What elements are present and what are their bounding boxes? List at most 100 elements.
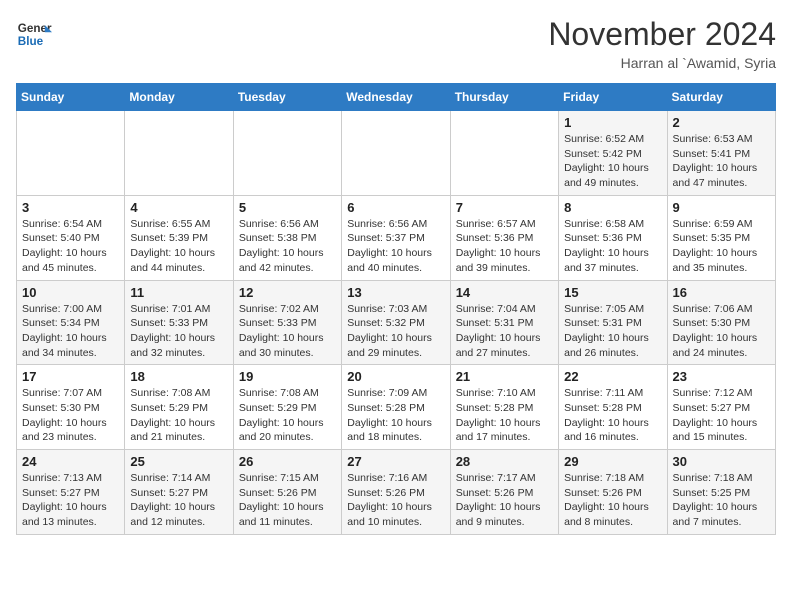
day-cell: 21 Sunrise: 7:10 AM Sunset: 5:28 PM Dayli… [450,365,558,450]
day-number: 1 [564,115,661,130]
day-info: Sunrise: 7:09 AM Sunset: 5:28 PM Dayligh… [347,386,444,445]
day-info: Sunrise: 7:16 AM Sunset: 5:26 PM Dayligh… [347,471,444,530]
day-info: Sunrise: 6:58 AM Sunset: 5:36 PM Dayligh… [564,217,661,276]
day-number: 10 [22,285,119,300]
day-cell: 11 Sunrise: 7:01 AM Sunset: 5:33 PM Dayli… [125,280,233,365]
day-number: 27 [347,454,444,469]
calendar-table: SundayMondayTuesdayWednesdayThursdayFrid… [16,83,776,535]
day-cell: 27 Sunrise: 7:16 AM Sunset: 5:26 PM Dayli… [342,450,450,535]
day-cell: 24 Sunrise: 7:13 AM Sunset: 5:27 PM Dayli… [17,450,125,535]
day-number: 5 [239,200,336,215]
day-number: 16 [673,285,770,300]
location: Harran al `Awamid, Syria [548,55,776,71]
day-number: 15 [564,285,661,300]
day-info: Sunrise: 7:05 AM Sunset: 5:31 PM Dayligh… [564,302,661,361]
day-info: Sunrise: 7:15 AM Sunset: 5:26 PM Dayligh… [239,471,336,530]
day-cell: 2Sunrise: 6:53 AM Sunset: 5:41 PM Daylig… [667,111,775,196]
day-info: Sunrise: 6:56 AM Sunset: 5:37 PM Dayligh… [347,217,444,276]
day-info: Sunrise: 6:53 AM Sunset: 5:41 PM Dayligh… [673,132,770,191]
day-info: Sunrise: 6:54 AM Sunset: 5:40 PM Dayligh… [22,217,119,276]
day-number: 24 [22,454,119,469]
day-number: 30 [673,454,770,469]
day-cell: 15 Sunrise: 7:05 AM Sunset: 5:31 PM Dayli… [559,280,667,365]
day-info: Sunrise: 7:08 AM Sunset: 5:29 PM Dayligh… [239,386,336,445]
day-cell: 22 Sunrise: 7:11 AM Sunset: 5:28 PM Dayli… [559,365,667,450]
week-row-5: 24 Sunrise: 7:13 AM Sunset: 5:27 PM Dayli… [17,450,776,535]
day-number: 7 [456,200,553,215]
day-number: 23 [673,369,770,384]
day-number: 29 [564,454,661,469]
day-info: Sunrise: 7:17 AM Sunset: 5:26 PM Dayligh… [456,471,553,530]
day-number: 17 [22,369,119,384]
svg-text:Blue: Blue [18,35,44,48]
day-number: 13 [347,285,444,300]
day-number: 3 [22,200,119,215]
week-row-3: 10 Sunrise: 7:00 AM Sunset: 5:34 PM Dayli… [17,280,776,365]
day-number: 28 [456,454,553,469]
day-number: 20 [347,369,444,384]
day-info: Sunrise: 7:06 AM Sunset: 5:30 PM Dayligh… [673,302,770,361]
day-cell: 12Sunrise: 7:02 AM Sunset: 5:33 PM Dayli… [233,280,341,365]
day-info: Sunrise: 7:18 AM Sunset: 5:26 PM Dayligh… [564,471,661,530]
logo: General Blue General Blue [16,16,52,52]
day-number: 19 [239,369,336,384]
day-cell: 29 Sunrise: 7:18 AM Sunset: 5:26 PM Dayli… [559,450,667,535]
day-cell: 30Sunrise: 7:18 AM Sunset: 5:25 PM Dayli… [667,450,775,535]
week-row-4: 17 Sunrise: 7:07 AM Sunset: 5:30 PM Dayli… [17,365,776,450]
day-number: 4 [130,200,227,215]
day-cell: 7Sunrise: 6:57 AM Sunset: 5:36 PM Daylig… [450,195,558,280]
title-block: November 2024 Harran al `Awamid, Syria [548,16,776,71]
day-info: Sunrise: 7:08 AM Sunset: 5:29 PM Dayligh… [130,386,227,445]
calendar-body: 1Sunrise: 6:52 AM Sunset: 5:42 PM Daylig… [17,111,776,535]
day-info: Sunrise: 7:04 AM Sunset: 5:31 PM Dayligh… [456,302,553,361]
day-number: 18 [130,369,227,384]
day-cell [125,111,233,196]
day-number: 11 [130,285,227,300]
day-cell: 4 Sunrise: 6:55 AM Sunset: 5:39 PM Daylig… [125,195,233,280]
day-cell: 23Sunrise: 7:12 AM Sunset: 5:27 PM Dayli… [667,365,775,450]
day-cell [233,111,341,196]
day-cell: 8 Sunrise: 6:58 AM Sunset: 5:36 PM Daylig… [559,195,667,280]
page-header: General Blue General Blue November 2024 … [16,16,776,71]
weekday-header-friday: Friday [559,84,667,111]
day-info: Sunrise: 7:11 AM Sunset: 5:28 PM Dayligh… [564,386,661,445]
day-cell: 17 Sunrise: 7:07 AM Sunset: 5:30 PM Dayli… [17,365,125,450]
day-number: 21 [456,369,553,384]
day-info: Sunrise: 6:55 AM Sunset: 5:39 PM Dayligh… [130,217,227,276]
day-cell [450,111,558,196]
week-row-2: 3 Sunrise: 6:54 AM Sunset: 5:40 PM Daylig… [17,195,776,280]
weekday-header-wednesday: Wednesday [342,84,450,111]
day-number: 14 [456,285,553,300]
day-cell: 13Sunrise: 7:03 AM Sunset: 5:32 PM Dayli… [342,280,450,365]
weekday-header-thursday: Thursday [450,84,558,111]
day-number: 9 [673,200,770,215]
weekday-row: SundayMondayTuesdayWednesdayThursdayFrid… [17,84,776,111]
day-cell: 19 Sunrise: 7:08 AM Sunset: 5:29 PM Dayli… [233,365,341,450]
day-cell: 18 Sunrise: 7:08 AM Sunset: 5:29 PM Dayli… [125,365,233,450]
logo-icon: General Blue [16,16,52,52]
day-number: 12 [239,285,336,300]
day-info: Sunrise: 7:01 AM Sunset: 5:33 PM Dayligh… [130,302,227,361]
day-cell: 6Sunrise: 6:56 AM Sunset: 5:37 PM Daylig… [342,195,450,280]
day-cell: 26Sunrise: 7:15 AM Sunset: 5:26 PM Dayli… [233,450,341,535]
day-number: 22 [564,369,661,384]
weekday-header-monday: Monday [125,84,233,111]
day-cell: 28 Sunrise: 7:17 AM Sunset: 5:26 PM Dayli… [450,450,558,535]
day-cell: 14 Sunrise: 7:04 AM Sunset: 5:31 PM Dayli… [450,280,558,365]
day-cell [17,111,125,196]
day-number: 25 [130,454,227,469]
day-cell: 1Sunrise: 6:52 AM Sunset: 5:42 PM Daylig… [559,111,667,196]
week-row-1: 1Sunrise: 6:52 AM Sunset: 5:42 PM Daylig… [17,111,776,196]
month-title: November 2024 [548,16,776,53]
day-info: Sunrise: 6:59 AM Sunset: 5:35 PM Dayligh… [673,217,770,276]
day-info: Sunrise: 7:07 AM Sunset: 5:30 PM Dayligh… [22,386,119,445]
day-number: 8 [564,200,661,215]
weekday-header-sunday: Sunday [17,84,125,111]
day-cell: 10 Sunrise: 7:00 AM Sunset: 5:34 PM Dayli… [17,280,125,365]
day-info: Sunrise: 7:13 AM Sunset: 5:27 PM Dayligh… [22,471,119,530]
day-cell: 9 Sunrise: 6:59 AM Sunset: 5:35 PM Daylig… [667,195,775,280]
day-info: Sunrise: 7:10 AM Sunset: 5:28 PM Dayligh… [456,386,553,445]
day-cell: 5 Sunrise: 6:56 AM Sunset: 5:38 PM Daylig… [233,195,341,280]
day-info: Sunrise: 7:00 AM Sunset: 5:34 PM Dayligh… [22,302,119,361]
day-info: Sunrise: 6:56 AM Sunset: 5:38 PM Dayligh… [239,217,336,276]
